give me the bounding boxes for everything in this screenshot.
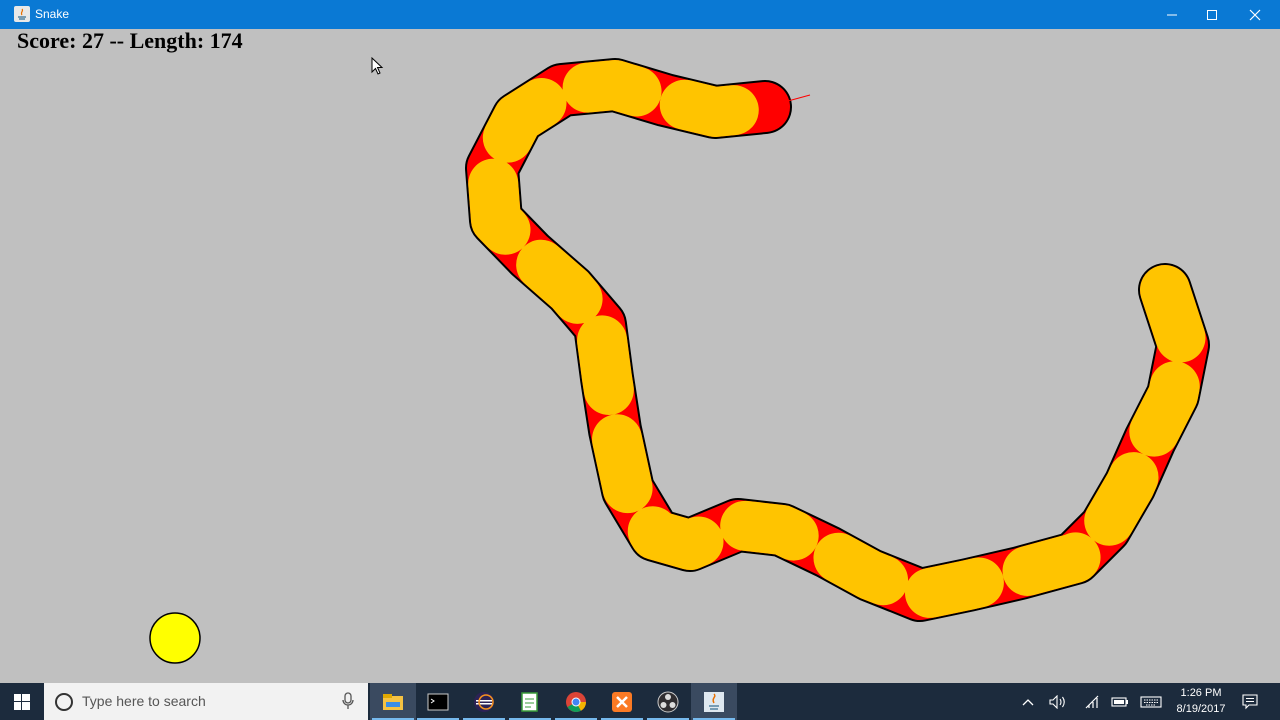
taskbar-xampp[interactable]: [599, 683, 645, 720]
clock-time: 1:26 PM: [1180, 687, 1222, 699]
tray-keyboard[interactable]: [1138, 683, 1164, 720]
clock-date: 8/19/2017: [1176, 703, 1226, 715]
taskbar-file-explorer[interactable]: [370, 683, 416, 720]
cortana-icon: [55, 693, 73, 711]
terminal-icon: [427, 693, 449, 710]
taskbar-clock[interactable]: 1:26 PM 8/19/2017: [1168, 685, 1234, 717]
snake-direction-line: [787, 94, 811, 102]
snake: [465, 58, 1210, 622]
keyboard-icon: [1140, 695, 1162, 708]
taskbar-terminal[interactable]: [415, 683, 461, 720]
battery-icon: [1111, 696, 1128, 707]
tray-battery[interactable]: [1108, 683, 1132, 720]
taskbar-java[interactable]: [691, 683, 737, 720]
mouse-cursor-icon: [371, 57, 384, 75]
action-center-icon: [1242, 693, 1258, 709]
taskbar-chrome[interactable]: [553, 683, 599, 720]
xampp-icon: [612, 691, 632, 712]
action-center-button[interactable]: [1238, 683, 1262, 720]
taskbar-notepad[interactable]: [507, 683, 553, 720]
tray-overflow[interactable]: [1018, 683, 1038, 720]
java-icon: [704, 691, 724, 712]
network-icon: [1085, 695, 1099, 708]
tray-volume[interactable]: [1046, 683, 1070, 720]
score-label: Score: 27 -- Length: 174: [17, 28, 243, 53]
snake-board: [149, 58, 1210, 664]
taskbar-obs[interactable]: [645, 683, 691, 720]
start-button[interactable]: [0, 683, 44, 720]
obs-icon: [657, 691, 679, 712]
food-pellet: [149, 612, 201, 664]
search-box[interactable]: Type here to search: [44, 683, 368, 720]
chevron-up-icon: [1022, 698, 1034, 705]
notepad-icon: [521, 691, 538, 712]
search-placeholder: Type here to search: [82, 693, 206, 709]
file-explorer-icon: [383, 693, 403, 710]
taskbar: Type here to search 1:26 PM 8/19/2017: [0, 683, 1280, 720]
eclipse-icon: [474, 691, 494, 712]
volume-icon: [1049, 694, 1065, 709]
chrome-icon: [566, 691, 587, 712]
taskbar-eclipse[interactable]: [461, 683, 507, 720]
microphone-icon[interactable]: [342, 692, 354, 710]
windows-logo-icon: [14, 693, 30, 710]
tray-network[interactable]: [1080, 683, 1104, 720]
